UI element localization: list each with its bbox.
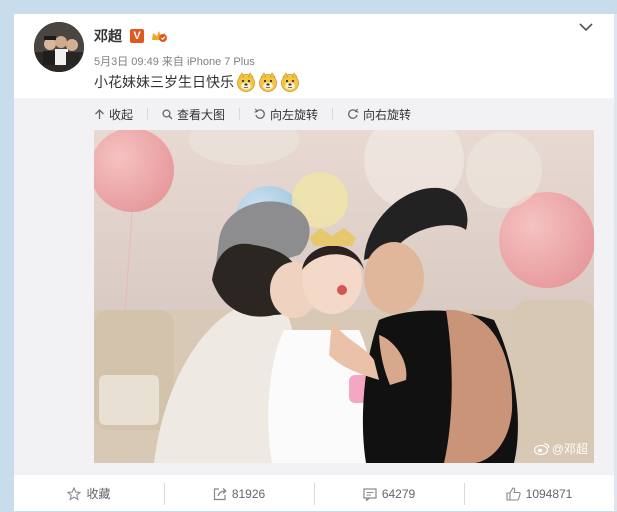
weibo-logo-icon [533,443,549,455]
magnifier-icon [162,108,173,119]
view-large-button[interactable]: 查看大图 [162,106,241,123]
doge-icon [259,72,277,92]
comment-count: 64279 [381,486,416,501]
star-icon [67,486,82,501]
toolbar-divider [239,108,241,120]
author-row: 邓超 V [94,27,168,45]
doge-icon [237,72,255,92]
post-text: 小花妹妹三岁生日快乐 [94,71,300,93]
collapse-label: 收起 [109,107,134,122]
like-count: 1094871 [525,486,573,501]
action-bar: 收藏 81926 64279 1094871 [14,474,614,512]
rotate-right-icon [348,108,359,119]
vip-crown-icon[interactable] [150,29,168,43]
rotate-left-button[interactable]: 向左旋转 [254,106,334,123]
verified-badge-icon[interactable]: V [130,29,144,43]
author-name[interactable]: 邓超 [94,26,122,46]
rotate-left-icon [254,108,265,119]
post-text-body: 小花妹妹三岁生日快乐 [94,74,234,90]
like-button[interactable]: 1094871 [464,475,614,512]
comment-button[interactable]: 64279 [314,475,464,512]
via-label: 来自 [161,56,184,68]
photo-watermark: @邓超 [533,440,588,457]
chevron-down-icon[interactable] [579,22,593,32]
birthday-photo [94,130,594,463]
post-meta: 5月3日 09:49 来自 iPhone 7 Plus [94,53,255,69]
device-source[interactable]: iPhone 7 Plus [187,56,255,68]
comment-icon [363,487,377,501]
rotate-right-button[interactable]: 向右旋转 [347,106,411,123]
collapse-button[interactable]: 收起 [94,106,149,123]
thumbs-up-icon [506,486,521,501]
favorite-button[interactable]: 收藏 [14,475,164,512]
repost-button[interactable]: 81926 [164,475,314,512]
view-large-label: 查看大图 [177,107,226,122]
post-photo[interactable]: @邓超 [94,130,594,463]
doge-icon [281,72,299,92]
avatar[interactable] [34,22,84,72]
toolbar-divider [332,108,334,120]
toolbar-divider [147,108,149,120]
weibo-post-card: 邓超 V 5月3日 09:49 来自 iPhone 7 Plus 小花妹妹三岁生… [14,14,614,511]
favorite-label: 收藏 [86,487,111,501]
watermark-text: @邓超 [551,442,588,456]
post-time[interactable]: 5月3日 09:49 [94,56,159,68]
collapse-up-icon [95,108,104,119]
rotate-right-label: 向右旋转 [363,107,412,122]
repost-count: 81926 [231,486,266,501]
image-toolbar: 收起 查看大图 向左旋转 向右旋转 [94,106,425,122]
repost-icon [213,487,227,500]
rotate-left-label: 向左旋转 [270,107,319,122]
